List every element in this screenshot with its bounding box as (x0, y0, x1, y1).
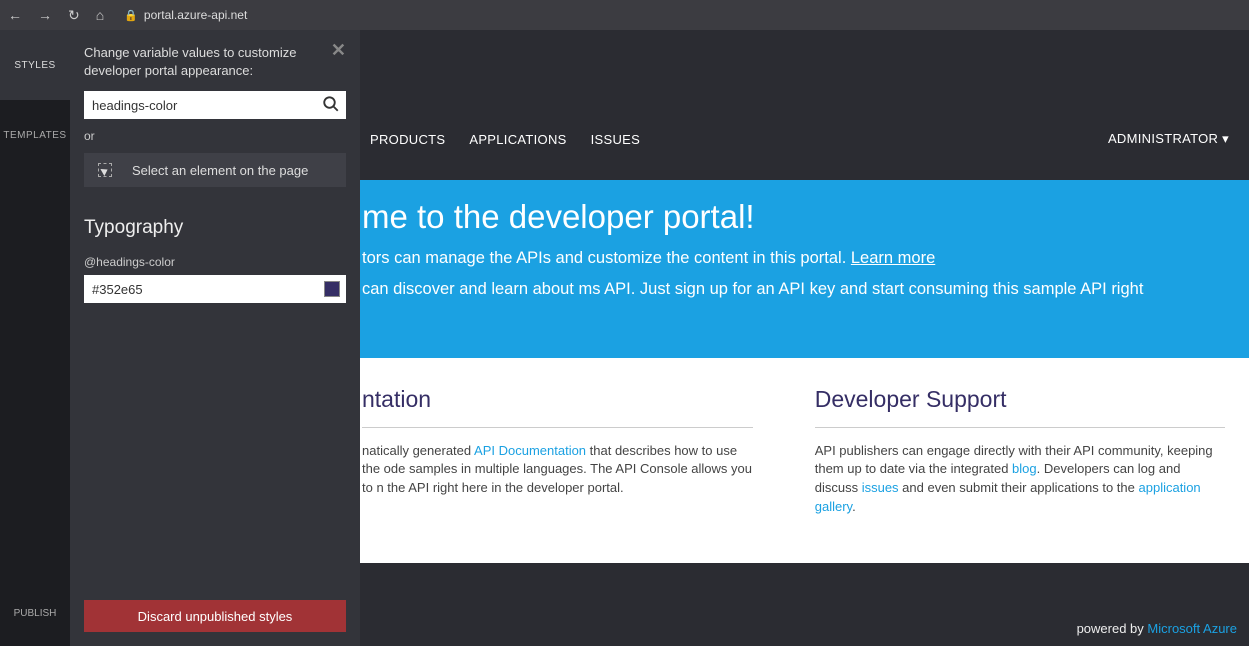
discard-button[interactable]: Discard unpublished styles (84, 600, 346, 632)
card-support-text: API publishers can engage directly with … (815, 442, 1225, 517)
lock-icon: 🔒 (124, 9, 138, 22)
refresh-icon[interactable]: ↻ (68, 7, 80, 24)
blog-link[interactable]: blog (1012, 461, 1037, 476)
element-picker-icon (98, 163, 112, 177)
tab-templates[interactable]: TEMPLATES (0, 100, 70, 170)
menu-issues[interactable]: ISSUES (591, 132, 640, 147)
azure-link[interactable]: Microsoft Azure (1147, 621, 1237, 636)
menu-products[interactable]: PRODUCTS (370, 132, 445, 147)
cards-row: ntation natically generated API Document… (360, 358, 1249, 563)
tab-styles[interactable]: STYLES (0, 30, 70, 100)
menu-applications[interactable]: APPLICATIONS (469, 132, 566, 147)
card-documentation: ntation natically generated API Document… (360, 386, 773, 517)
admin-dropdown[interactable]: ADMINISTRATOR ▾ (1108, 131, 1239, 147)
left-rail: STYLES TEMPLATES PUBLISH (0, 30, 70, 646)
api-documentation-link[interactable]: API Documentation (474, 443, 586, 458)
tab-publish[interactable]: PUBLISH (0, 581, 70, 646)
close-icon[interactable]: ✕ (331, 40, 346, 61)
top-menu: PRODUCTS APPLICATIONS ISSUES ADMINISTRAT… (360, 122, 1249, 156)
or-label: or (84, 129, 346, 143)
styles-panel: ✕ Change variable values to customize de… (70, 30, 360, 646)
chevron-down-icon: ▾ (1222, 131, 1229, 146)
hero-title: me to the developer portal! (362, 198, 1227, 236)
url-text: portal.azure-api.net (144, 8, 247, 22)
browser-toolbar: ← → ↻ ⌂ 🔒 portal.azure-api.net (0, 0, 1249, 30)
search-input[interactable] (84, 91, 346, 119)
preview-area: PRODUCTS APPLICATIONS ISSUES ADMINISTRAT… (360, 30, 1249, 646)
hero-line2: can discover and learn about ms API. Jus… (362, 277, 1227, 302)
select-element-label: Select an element on the page (132, 163, 308, 178)
home-icon[interactable]: ⌂ (96, 7, 104, 23)
forward-icon[interactable]: → (38, 7, 52, 23)
panel-intro: Change variable values to customize deve… (84, 44, 346, 79)
hero-line1: tors can manage the APIs and customize t… (362, 246, 1227, 271)
color-value-input[interactable] (84, 275, 324, 303)
card-doc-text: natically generated API Documentation th… (362, 442, 753, 499)
hero-banner: me to the developer portal! tors can man… (360, 180, 1249, 358)
variable-name: @headings-color (84, 255, 346, 269)
color-input-row (84, 275, 346, 303)
footer: powered by Microsoft Azure (1077, 621, 1237, 636)
card-support: Developer Support API publishers can eng… (813, 386, 1249, 517)
issues-link[interactable]: issues (862, 480, 899, 495)
typography-heading: Typography (84, 217, 346, 239)
back-icon[interactable]: ← (8, 7, 22, 23)
card-doc-title: ntation (362, 386, 753, 428)
learn-more-link[interactable]: Learn more (851, 249, 935, 267)
card-support-title: Developer Support (815, 386, 1225, 428)
search-icon[interactable] (322, 95, 340, 118)
select-element-button[interactable]: Select an element on the page (84, 153, 346, 187)
address-bar[interactable]: 🔒 portal.azure-api.net (116, 8, 247, 22)
color-swatch[interactable] (324, 281, 340, 297)
